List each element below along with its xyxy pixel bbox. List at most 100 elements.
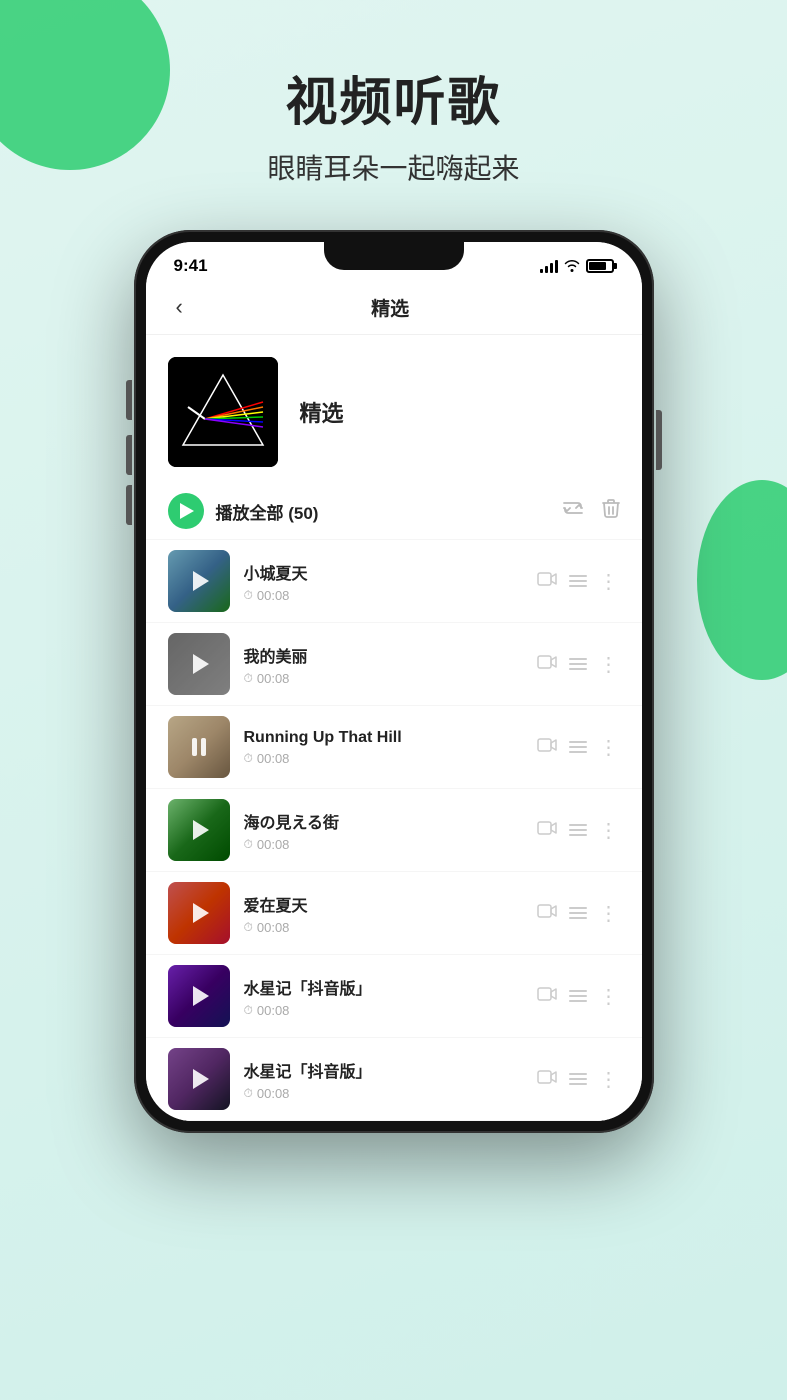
- menu-icon[interactable]: [569, 1073, 587, 1085]
- phone-screen: 9:41: [146, 242, 642, 1121]
- song-info: 水星记「抖音版」 ⏱ 00:08: [244, 975, 523, 1018]
- song-title: 我的美丽: [244, 643, 523, 667]
- play-all-button[interactable]: [168, 493, 204, 529]
- song-info: 爱在夏天 ⏱ 00:08: [244, 892, 523, 935]
- play-icon: [193, 654, 209, 674]
- song-thumbnail: [168, 882, 230, 944]
- more-icon[interactable]: ⋮: [599, 735, 620, 760]
- play-icon: [193, 1069, 209, 1089]
- song-actions: ⋮: [537, 735, 620, 760]
- wifi-icon: [564, 258, 580, 275]
- song-title: 爱在夏天: [244, 892, 523, 916]
- song-thumbnail: [168, 965, 230, 1027]
- song-thumbnail: [168, 550, 230, 612]
- menu-icon[interactable]: [569, 741, 587, 753]
- song-title: 小城夏天: [244, 560, 523, 584]
- menu-icon[interactable]: [569, 824, 587, 836]
- song-duration: ⏱ 00:08: [244, 920, 523, 935]
- song-duration: ⏱ 00:08: [244, 1086, 523, 1101]
- menu-icon[interactable]: [569, 658, 587, 670]
- song-info: 小城夏天 ⏱ 00:08: [244, 560, 523, 603]
- song-duration: ⏱ 00:08: [244, 671, 523, 686]
- trash-icon[interactable]: [602, 498, 620, 524]
- phone-notch: [324, 242, 464, 270]
- pause-icon: [192, 738, 206, 756]
- page-title: 视频听歌: [0, 60, 787, 135]
- song-thumbnail: [168, 633, 230, 695]
- song-info: 海の見える街 ⏱ 00:08: [244, 809, 523, 852]
- video-icon[interactable]: [537, 903, 557, 924]
- song-list: 小城夏天 ⏱ 00:08 ⋮: [146, 540, 642, 1121]
- more-icon[interactable]: ⋮: [599, 984, 620, 1009]
- menu-icon[interactable]: [569, 990, 587, 1002]
- song-title: Running Up That Hill: [244, 729, 523, 747]
- video-icon[interactable]: [537, 654, 557, 675]
- video-icon[interactable]: [537, 571, 557, 592]
- song-item[interactable]: Running Up That Hill ⏱ 00:08 ⋮: [146, 706, 642, 789]
- song-thumbnail: [168, 716, 230, 778]
- song-actions: ⋮: [537, 569, 620, 594]
- clock-icon: ⏱: [244, 1086, 253, 1101]
- song-duration: ⏱ 00:08: [244, 1003, 523, 1018]
- song-duration: ⏱ 00:08: [244, 751, 523, 766]
- clock-icon: ⏱: [244, 837, 253, 852]
- clock-icon: ⏱: [244, 588, 253, 603]
- more-icon[interactable]: ⋮: [599, 1067, 620, 1092]
- bg-decoration-circle-right: [697, 480, 787, 680]
- video-icon[interactable]: [537, 737, 557, 758]
- playlist-cover: [168, 357, 278, 467]
- play-all-row[interactable]: 播放全部 (50): [146, 483, 642, 540]
- phone-frame: 9:41: [134, 230, 654, 1133]
- song-info: Running Up That Hill ⏱ 00:08: [244, 729, 523, 766]
- more-icon[interactable]: ⋮: [599, 818, 620, 843]
- song-info: 水星记「抖音版」 ⏱ 00:08: [244, 1058, 523, 1101]
- song-duration: ⏱ 00:08: [244, 588, 523, 603]
- clock-icon: ⏱: [244, 1003, 253, 1018]
- song-duration: ⏱ 00:08: [244, 837, 523, 852]
- play-icon: [193, 571, 209, 591]
- play-icon: [180, 503, 194, 519]
- menu-icon[interactable]: [569, 575, 587, 587]
- more-icon[interactable]: ⋮: [599, 569, 620, 594]
- clock-icon: ⏱: [244, 671, 253, 686]
- song-title: 海の見える街: [244, 809, 523, 833]
- clock-icon: ⏱: [244, 751, 253, 766]
- playlist-name: 精选: [300, 396, 344, 428]
- song-item[interactable]: 我的美丽 ⏱ 00:08 ⋮: [146, 623, 642, 706]
- repeat-icon[interactable]: [562, 499, 584, 523]
- more-icon[interactable]: ⋮: [599, 901, 620, 926]
- song-item[interactable]: 水星记「抖音版」 ⏱ 00:08 ⋮: [146, 955, 642, 1038]
- status-icons: [540, 258, 614, 275]
- song-item[interactable]: 水星记「抖音版」 ⏱ 00:08 ⋮: [146, 1038, 642, 1121]
- video-icon[interactable]: [537, 986, 557, 1007]
- nav-bar: ‹ 精选: [146, 282, 642, 335]
- signal-icon: [540, 259, 558, 273]
- more-icon[interactable]: ⋮: [599, 652, 620, 677]
- play-icon: [193, 903, 209, 923]
- song-item[interactable]: 小城夏天 ⏱ 00:08 ⋮: [146, 540, 642, 623]
- play-icon: [193, 986, 209, 1006]
- song-actions: ⋮: [537, 984, 620, 1009]
- phone-mockup: 9:41: [134, 230, 654, 1133]
- clock-icon: ⏱: [244, 920, 253, 935]
- song-item[interactable]: 爱在夏天 ⏱ 00:08 ⋮: [146, 872, 642, 955]
- back-button[interactable]: ‹: [168, 290, 191, 324]
- nav-title: 精选: [191, 294, 590, 321]
- video-icon[interactable]: [537, 820, 557, 841]
- song-item[interactable]: 海の見える街 ⏱ 00:08 ⋮: [146, 789, 642, 872]
- play-all-actions: [562, 498, 620, 524]
- song-actions: ⋮: [537, 1067, 620, 1092]
- play-icon: [193, 820, 209, 840]
- song-actions: ⋮: [537, 818, 620, 843]
- page-subtitle: 眼睛耳朵一起嗨起来: [0, 147, 787, 187]
- page-header: 视频听歌 眼睛耳朵一起嗨起来: [0, 0, 787, 187]
- menu-icon[interactable]: [569, 907, 587, 919]
- video-icon[interactable]: [537, 1069, 557, 1090]
- battery-icon: [586, 259, 614, 273]
- play-all-label: 播放全部 (50): [216, 499, 319, 524]
- playlist-header: 精选: [146, 335, 642, 483]
- song-thumbnail: [168, 799, 230, 861]
- status-time: 9:41: [174, 256, 208, 276]
- song-actions: ⋮: [537, 652, 620, 677]
- song-info: 我的美丽 ⏱ 00:08: [244, 643, 523, 686]
